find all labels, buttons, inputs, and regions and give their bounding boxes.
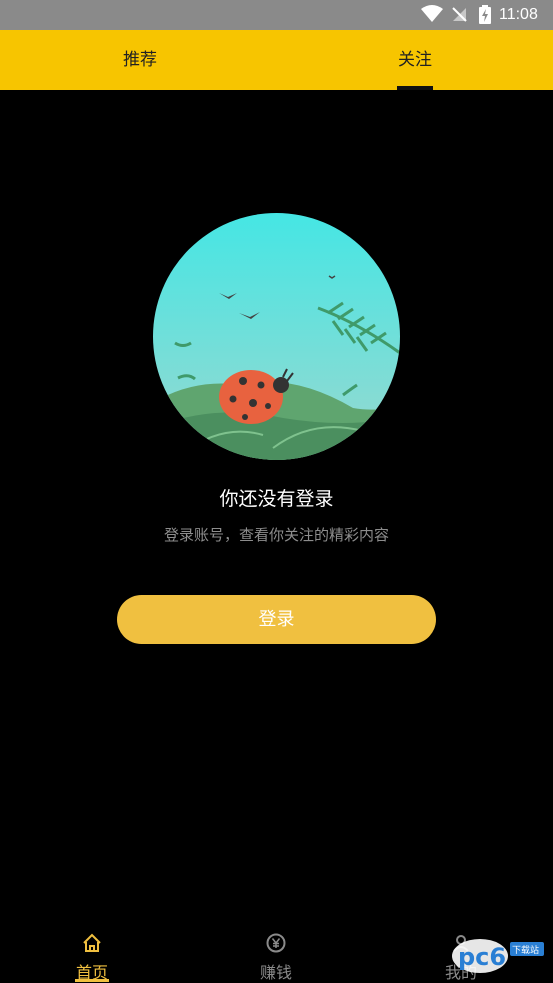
active-tab-indicator [397,86,433,90]
pc6-watermark-logo: pc6 下载站 [452,939,544,973]
svg-text:pc6: pc6 [458,943,506,971]
nav-home[interactable]: 首页 [52,925,132,983]
home-icon [83,933,101,952]
nav-active-indicator [75,979,109,982]
wifi-icon [421,5,443,22]
no-sim-icon [452,7,467,22]
svg-text:下载站: 下载站 [512,944,539,956]
empty-state-subtitle: 登录账号，查看你关注的精彩内容 [163,526,389,544]
login-button[interactable]: 登录 [117,595,436,644]
top-tab-bar: 推荐 关注 [0,30,553,90]
status-time: 11:08 [499,6,538,23]
yen-coin-icon [266,933,286,953]
nav-earn[interactable]: 赚钱 [236,925,316,983]
empty-state-title: 你还没有登录 [219,488,334,510]
battery-charging-icon [479,5,491,24]
ladybug-illustration [153,213,400,460]
tab-follow[interactable]: 关注 [370,30,460,90]
nav-earn-label: 赚钱 [259,963,292,982]
tab-recommend[interactable]: 推荐 [95,30,185,90]
status-bar: 11:08 [0,0,553,30]
